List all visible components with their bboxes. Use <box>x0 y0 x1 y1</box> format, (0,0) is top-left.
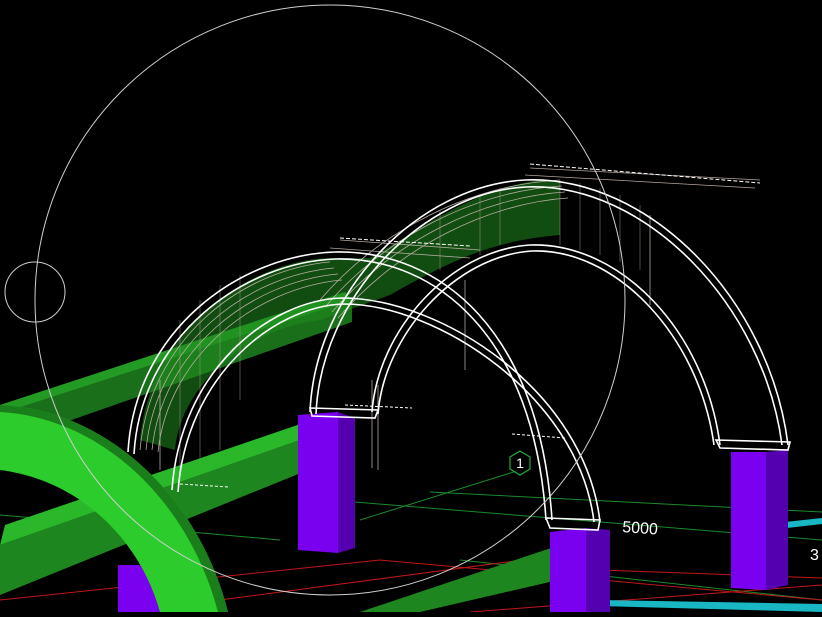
dimension-label-edge: 3 <box>810 547 819 564</box>
grid-axis-label: 1 <box>516 455 524 471</box>
dimension-label: 5000 <box>622 519 659 538</box>
3d-model-viewport[interactable]: 1 5000 3 <box>0 0 822 613</box>
grid-axis-marker[interactable]: 1 <box>509 450 531 476</box>
